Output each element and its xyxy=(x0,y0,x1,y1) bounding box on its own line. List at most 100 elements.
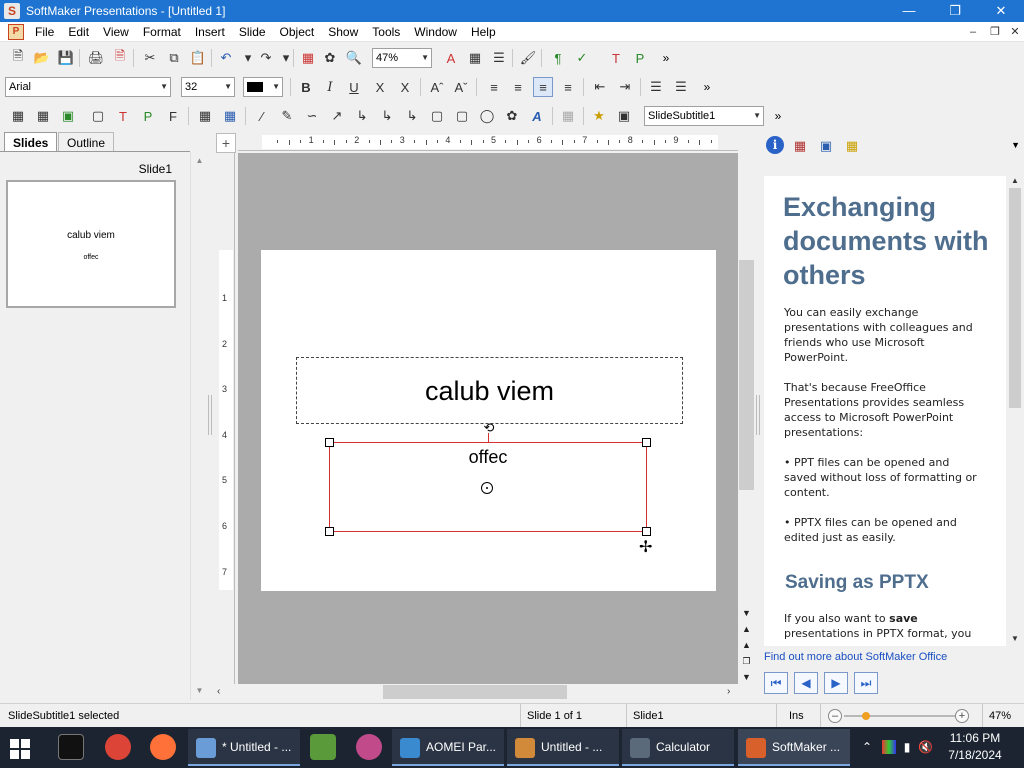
placeholder-icon[interactable]: P xyxy=(138,106,158,126)
print-icon[interactable]: 🖨 xyxy=(86,48,106,68)
scroll-thumb[interactable] xyxy=(739,260,754,490)
zoom-slider[interactable] xyxy=(844,715,956,717)
slides-scrollbar[interactable]: ▲ ▼ xyxy=(190,152,207,700)
strikethrough-button[interactable]: X xyxy=(370,77,390,97)
layout-icon[interactable]: ▦ xyxy=(8,106,28,126)
paste-icon[interactable]: 📋 xyxy=(188,48,208,68)
field-icon[interactable]: ▦ xyxy=(298,48,318,68)
resize-handle-bl[interactable] xyxy=(325,527,334,536)
list-icon[interactable]: ☰ xyxy=(489,48,509,68)
frame-icon[interactable]: F xyxy=(163,106,183,126)
menu-tools[interactable]: Tools xyxy=(365,22,407,42)
windows-start-icon[interactable] xyxy=(10,739,30,759)
zoom-slider-knob[interactable] xyxy=(862,712,870,720)
menu-insert[interactable]: Insert xyxy=(188,22,232,42)
resize-handle-br[interactable] xyxy=(642,527,651,536)
zoom-combo[interactable]: 47% ▼ xyxy=(372,48,432,68)
copy-icon[interactable]: ⧉ xyxy=(164,48,184,68)
slide-view-icon[interactable]: ❐ xyxy=(738,655,755,668)
bold-button[interactable]: B xyxy=(296,77,316,97)
canvas-horizontal-scrollbar[interactable]: ‹ › xyxy=(215,684,738,700)
task-aomei[interactable]: AOMEI Par... xyxy=(392,729,504,766)
rectangle-icon[interactable]: ▢ xyxy=(427,106,447,126)
resize-handle-tl[interactable] xyxy=(325,438,334,447)
grow-font-icon[interactable]: Aˆ xyxy=(427,77,447,97)
group-icon[interactable]: ▦ xyxy=(195,106,215,126)
doc-minimize-icon[interactable]: – xyxy=(962,22,984,42)
font-color-combo[interactable]: ▼ xyxy=(243,77,283,97)
curve-icon[interactable]: ∽ xyxy=(302,106,322,126)
shrink-font-icon[interactable]: Aˇ xyxy=(451,77,471,97)
line-icon[interactable]: ∕ xyxy=(252,106,272,126)
chrome-icon[interactable] xyxy=(105,734,131,760)
next-page-icon[interactable]: ▶ xyxy=(824,672,848,694)
redo-icon[interactable]: ↷ xyxy=(256,48,276,68)
next-slide-icon[interactable]: ▼ xyxy=(738,671,755,684)
ole-object-icon[interactable]: ▢ xyxy=(88,106,108,126)
scroll-up-icon[interactable]: ▲ xyxy=(1008,176,1022,185)
object-properties-icon[interactable]: ▣ xyxy=(614,106,634,126)
cut-icon[interactable]: ✂ xyxy=(140,48,160,68)
save-icon[interactable]: 💾 xyxy=(56,48,76,68)
doc-close-icon[interactable]: ✕ xyxy=(1004,22,1024,42)
table-icon[interactable]: ▦ xyxy=(465,48,485,68)
justify-icon[interactable]: ≡ xyxy=(558,77,578,97)
curved-connector-icon[interactable]: ↳ xyxy=(402,106,422,126)
more-formatting-icon[interactable]: » xyxy=(697,77,717,97)
zoom-in-icon[interactable]: + xyxy=(955,709,969,723)
tab-outline[interactable]: Outline xyxy=(58,132,115,152)
increase-indent-icon[interactable]: ⇥ xyxy=(615,77,635,97)
scroll-left-icon[interactable]: ‹ xyxy=(217,684,220,700)
more-object-icon[interactable]: » xyxy=(768,106,788,126)
vertical-ruler[interactable]: 1 2 3 4 5 6 7 xyxy=(217,153,235,684)
ruler-corner[interactable]: + xyxy=(216,133,236,153)
volume-muted-icon[interactable]: 🔇 xyxy=(918,740,933,754)
presentations-icon[interactable]: P xyxy=(630,48,650,68)
font-name-combo[interactable]: Arial ▼ xyxy=(5,77,171,97)
scroll-up-icon[interactable]: ▲ xyxy=(191,156,208,165)
prev-page-icon[interactable]: ◀ xyxy=(794,672,818,694)
ungroup-icon[interactable]: ▦ xyxy=(220,106,240,126)
rotate-handle-icon[interactable]: ⟲ xyxy=(482,421,496,435)
effects-icon[interactable]: ★ xyxy=(589,106,609,126)
sidebar-link[interactable]: Find out more about SoftMaker Office xyxy=(764,651,947,663)
minimize-button[interactable]: — xyxy=(886,0,932,22)
navigator-icon[interactable]: ✿ xyxy=(320,48,340,68)
info-icon[interactable]: i xyxy=(766,136,784,154)
more-toolbar-icon[interactable]: » xyxy=(656,48,676,68)
zoom-icon[interactable]: 🔍 xyxy=(344,48,364,68)
underline-button[interactable]: U xyxy=(344,77,364,97)
first-slide-icon[interactable]: ▲ xyxy=(738,623,755,636)
terminal-icon[interactable] xyxy=(58,734,84,760)
rounded-rectangle-icon[interactable]: ▢ xyxy=(452,106,472,126)
slide-subtitle[interactable]: offec xyxy=(330,447,646,468)
battery-icon[interactable]: ▮ xyxy=(900,740,914,754)
canvas-vertical-scrollbar[interactable]: ▼ ▲ ▲ ❐ ▼ xyxy=(738,153,755,684)
menu-window[interactable]: Window xyxy=(407,22,464,42)
autoshape-icon[interactable]: ✿ xyxy=(502,106,522,126)
paragraph-marks-icon[interactable]: ¶ xyxy=(548,48,568,68)
status-zoom[interactable]: 47% xyxy=(982,704,1011,728)
right-splitter[interactable] xyxy=(756,395,760,435)
scroll-down-icon[interactable]: ▼ xyxy=(191,686,208,695)
italic-button[interactable]: I xyxy=(320,77,340,97)
doc-restore-icon[interactable]: ❐ xyxy=(984,22,1006,42)
connector-icon[interactable]: ↳ xyxy=(352,106,372,126)
menu-show[interactable]: Show xyxy=(321,22,365,42)
maximize-button[interactable]: ❐ xyxy=(932,0,978,22)
scroll-right-icon[interactable]: › xyxy=(727,684,730,700)
prev-slide-icon[interactable]: ▲ xyxy=(738,639,755,652)
last-page-icon[interactable]: ⏭ xyxy=(854,672,878,694)
new-icon[interactable]: 🗎 xyxy=(8,48,28,68)
slide-design-icon[interactable]: ▦ xyxy=(790,136,810,156)
open-icon[interactable]: 📂 xyxy=(32,48,52,68)
menu-object[interactable]: Object xyxy=(273,22,322,42)
task-untitled-1[interactable]: * Untitled - ... xyxy=(188,729,300,766)
menu-help[interactable]: Help xyxy=(464,22,503,42)
scroll-down-icon[interactable]: ▼ xyxy=(1008,634,1022,643)
task-calculator[interactable]: Calculator xyxy=(622,729,734,766)
slide-canvas[interactable]: calub viem ⟲ offec ✢ xyxy=(238,153,738,685)
scroll-down-icon[interactable]: ▼ xyxy=(738,607,755,620)
text-frame-icon[interactable]: A xyxy=(441,48,461,68)
app-icon[interactable] xyxy=(310,734,336,760)
